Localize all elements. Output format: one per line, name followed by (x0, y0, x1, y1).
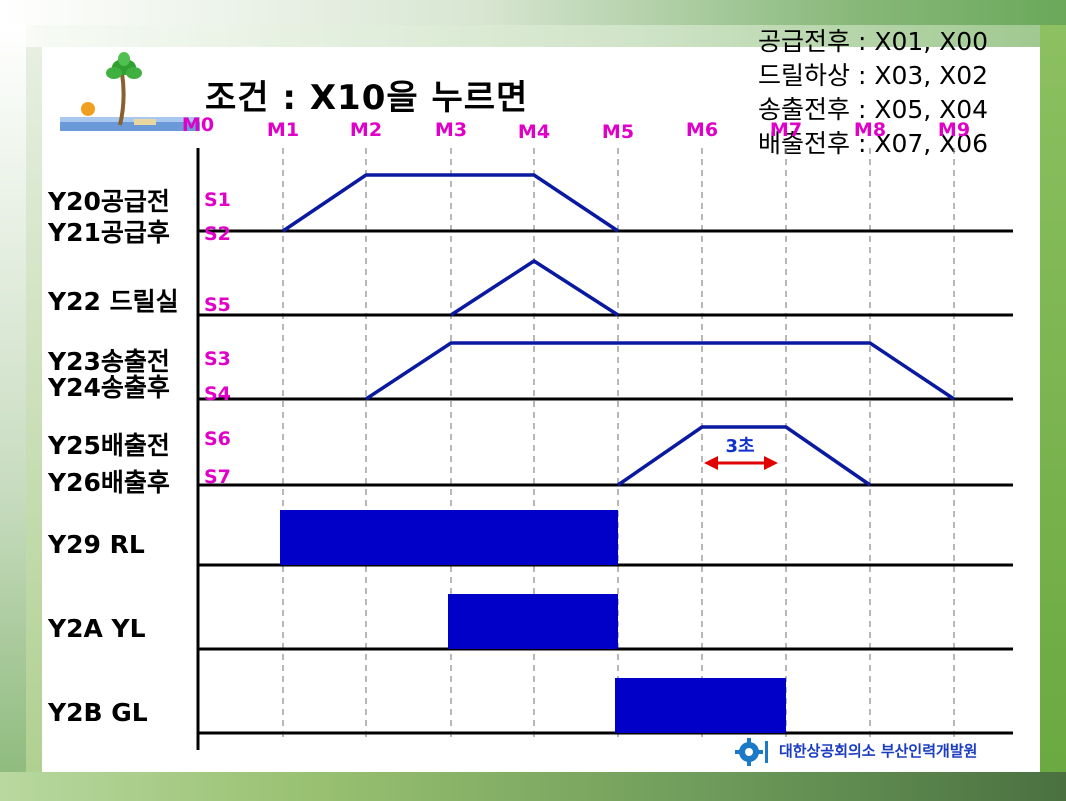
row-label-1-2: Y21공급후 (47, 218, 170, 247)
footer-text: 대한상공회의소 부산인력개발원 (779, 742, 978, 760)
row-label-5-1: Y29 RL (47, 530, 145, 559)
duration-arrow-left-head (704, 456, 718, 470)
row-label-7-1: Y2B GL (47, 698, 148, 727)
row-label-6-1: Y2A YL (47, 614, 146, 643)
step-label-m8: M8 (854, 119, 886, 141)
row-label-3-1: Y23송출전 (47, 347, 170, 376)
sensor-label-s7: S7 (204, 466, 231, 488)
duration-annotation-label: 3초 (725, 436, 754, 457)
step-label-m2: M2 (350, 119, 382, 141)
timing-diagram: M0 M1 M2 M3 M4 M5 M6 M7 M8 M9 Y20공급전Y21공급후 S1 S2 Y22 … (47, 114, 1013, 750)
row-label-3-2: Y24송출후 (47, 373, 170, 402)
waveform-row-3 (365, 341, 955, 401)
row-label-4-1: Y25배출전 (47, 431, 170, 460)
sensor-label-s5: S5 (204, 294, 231, 316)
sensor-label-s6: S6 (204, 428, 231, 450)
sensor-label-s4: S4 (204, 383, 231, 405)
sensor-label-s3: S3 (204, 348, 231, 370)
step-label-m3: M3 (435, 119, 467, 141)
row-label-2-1: Y22 드릴실 (47, 287, 179, 316)
sensor-label-s2: S2 (204, 223, 231, 245)
row-label-4-2: Y26배출후 (47, 468, 170, 497)
slide: 조건 : X10을 누르면 공급전후 : X01, X00 드릴하상 : X03… (0, 0, 1066, 801)
step-label-m4: M4 (518, 121, 550, 143)
gear-icon (735, 738, 768, 766)
step-label-m7: M7 (770, 119, 802, 141)
step-label-m6: M6 (686, 119, 718, 141)
pulse-bar-row-7 (615, 678, 786, 733)
step-label-m0: M0 (182, 114, 214, 136)
step-label-m9: M9 (938, 119, 970, 141)
step-label-m1: M1 (267, 119, 299, 141)
pulse-bar-row-6 (448, 594, 618, 649)
row-label-1-1: Y20공급전 (47, 187, 170, 216)
sensor-label-s1: S1 (204, 189, 231, 211)
footer-logo: 대한상공회의소 부산인력개발원 (733, 737, 1033, 767)
step-label-m5: M5 (602, 121, 634, 143)
pulse-bar-row-5 (280, 510, 618, 565)
duration-arrow-right-head (764, 456, 778, 470)
